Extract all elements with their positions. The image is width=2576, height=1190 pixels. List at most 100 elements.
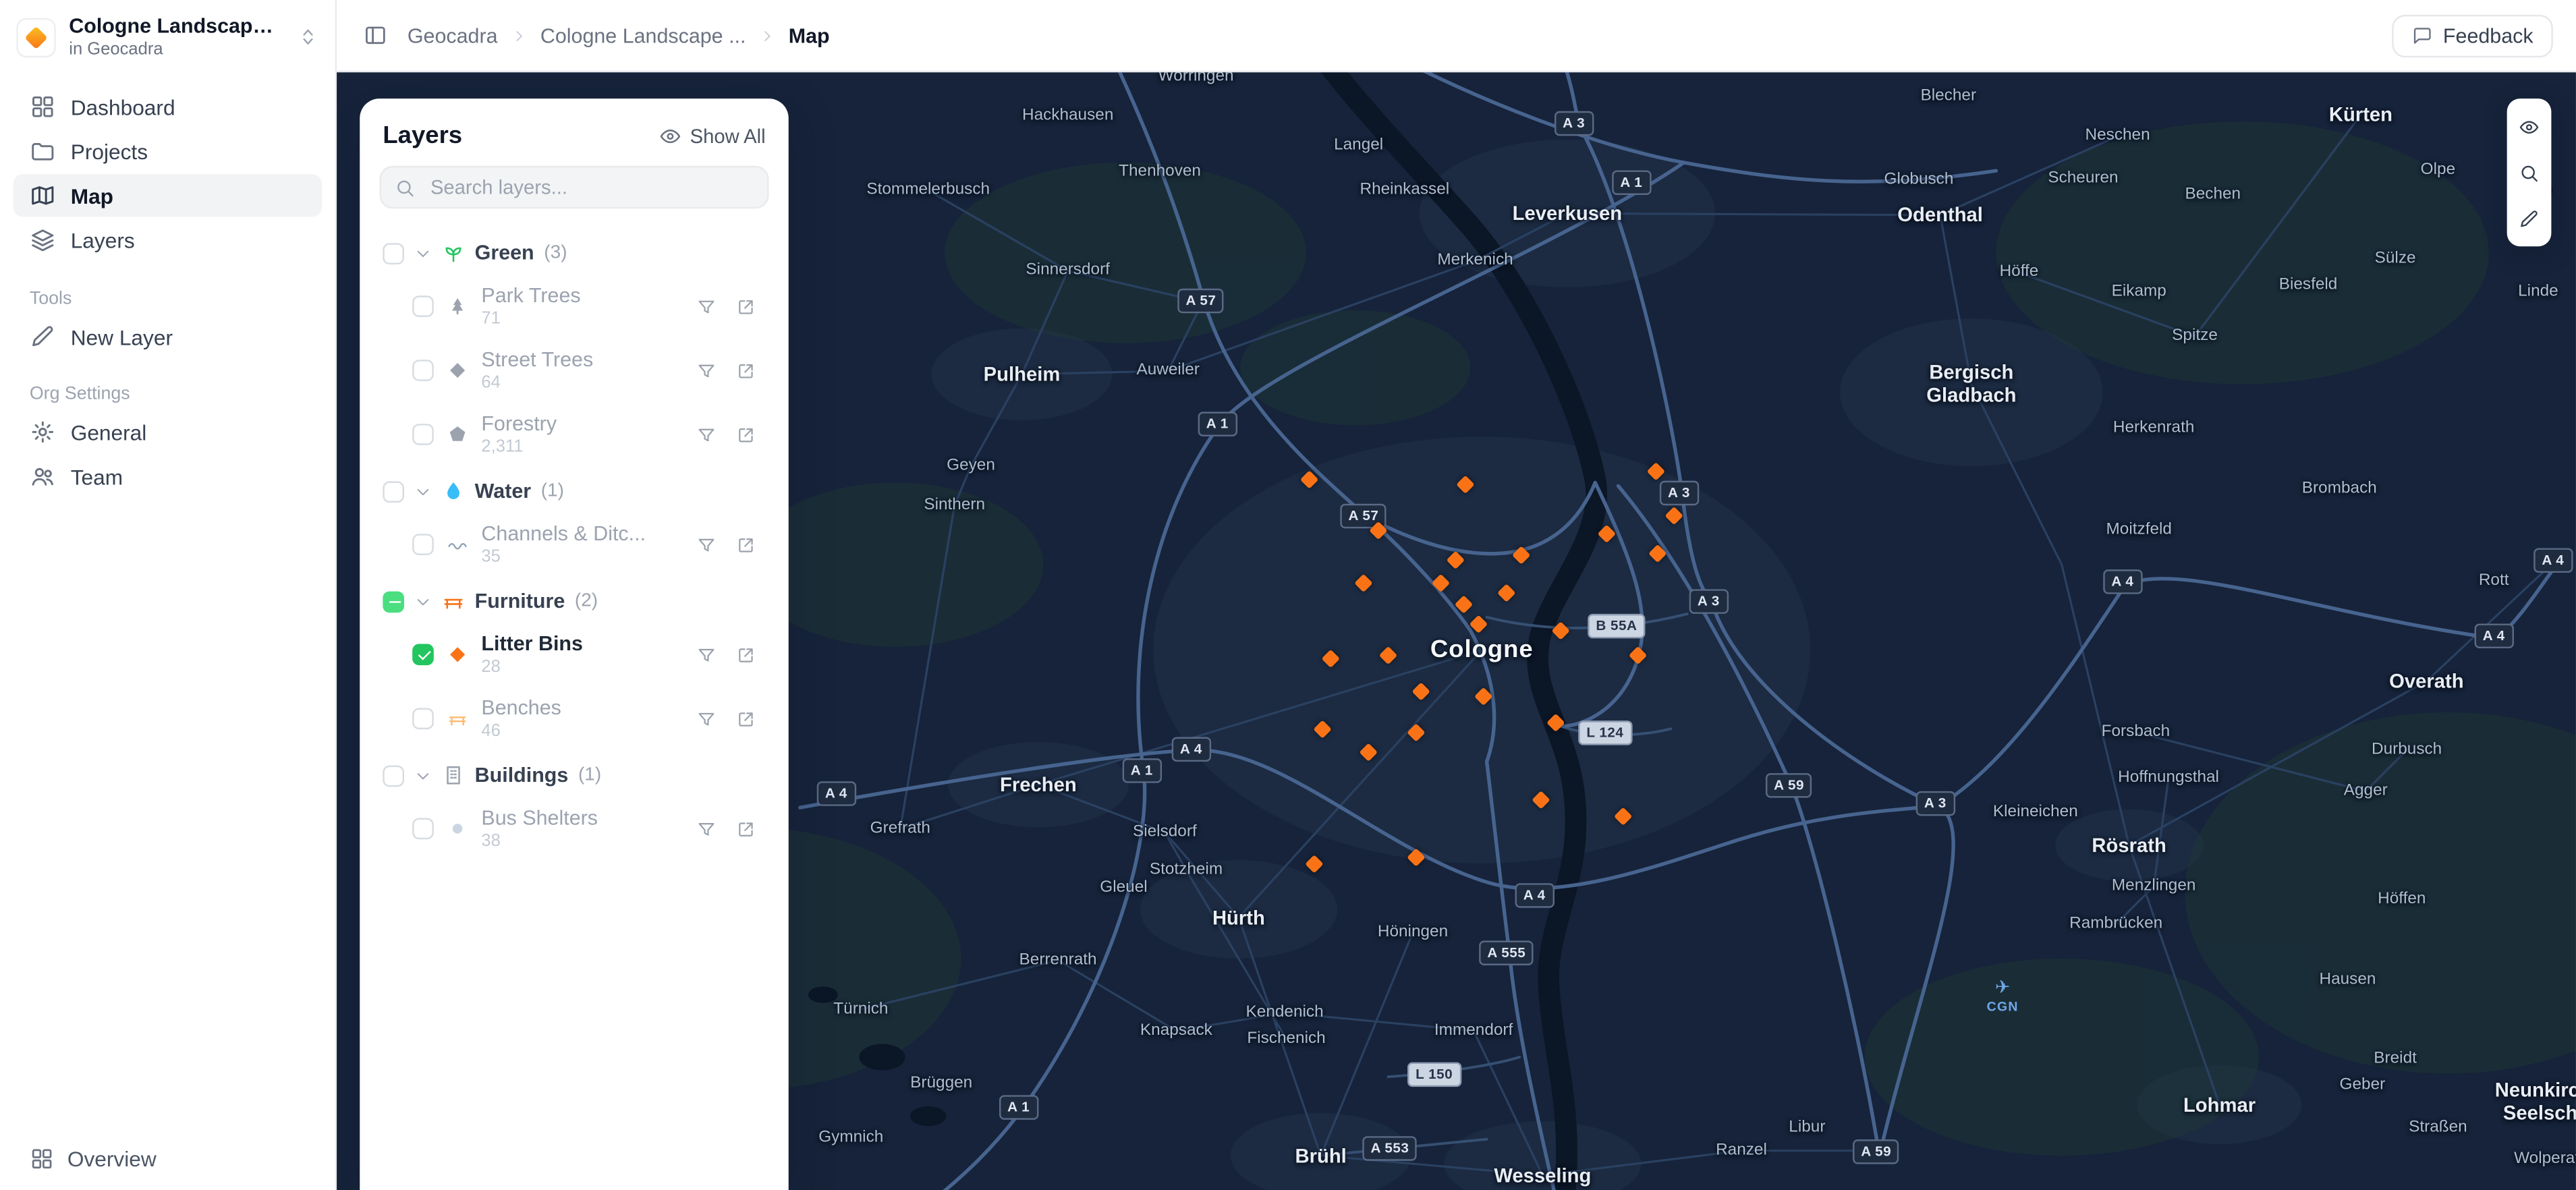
show-all-button[interactable]: Show All [659,124,766,147]
feedback-label: Feedback [2442,24,2533,47]
chat-icon [2412,25,2434,47]
sidebar-item-label: Projects [70,138,148,164]
sidebar-item-layers[interactable]: Layers [13,219,322,261]
bench-icon [447,708,468,729]
layers-title: Layers [383,121,463,150]
layer-item-forestry[interactable]: Forestry 2,311 [376,403,773,467]
layer-count: 28 [481,656,501,677]
layer-group-green: Green (3) Park Trees 71 Street Trees 64 … [376,228,773,466]
layer-item-litter-bins[interactable]: Litter Bins 28 [376,623,773,687]
layer-item-street-trees[interactable]: Street Trees 64 [376,339,773,403]
overview-icon [30,1145,55,1170]
layer-checkbox[interactable] [412,818,434,840]
sidebar-item-dashboard[interactable]: Dashboard [13,86,322,128]
layer-checkbox[interactable] [412,644,434,666]
overview-label: Overview [67,1145,157,1170]
sidebar-item-overview[interactable]: Overview [0,1126,335,1190]
map-toolbar [2507,98,2552,247]
layer-group-row[interactable]: Buildings (1) [376,751,773,797]
group-checkbox[interactable] [383,480,404,502]
layer-checkbox[interactable] [412,708,434,730]
group-count: (3) [544,243,567,263]
filter-icon[interactable] [696,424,716,444]
layer-checkbox[interactable] [412,534,434,555]
open-icon[interactable] [736,360,756,380]
open-icon[interactable] [736,424,756,444]
filter-icon[interactable] [696,819,716,839]
group-name: Green [474,241,534,265]
chevron-down-icon[interactable] [414,244,432,262]
layer-group-row[interactable]: Furniture (2) [376,577,773,623]
open-icon[interactable] [736,296,756,316]
layer-checkbox[interactable] [412,360,434,381]
diamond-icon [447,360,468,381]
group-checkbox[interactable] [383,242,404,264]
zoom-button[interactable] [2507,150,2552,196]
chevron-down-icon[interactable] [414,482,432,501]
droplet-icon [442,480,465,503]
layer-count: 46 [481,720,501,741]
workspace-switcher[interactable]: Cologne Landscape ... in Geocadra [0,0,335,74]
layer-checkbox[interactable] [412,424,434,445]
open-icon[interactable] [736,645,756,664]
group-count: (2) [574,591,598,611]
group-checkbox[interactable] [383,764,404,787]
layer-group-furniture: Furniture (2) Litter Bins 28 Benches 46 [376,577,773,751]
open-icon[interactable] [736,709,756,729]
layer-search-input[interactable] [427,174,754,201]
layer-checkbox[interactable] [412,295,434,317]
layers-panel: Layers Show All Green (3) [360,98,789,1190]
sidebar-item-general[interactable]: General [13,411,322,453]
open-icon[interactable] [736,535,756,555]
layer-name: Litter Bins [481,632,583,656]
chevron-down-icon[interactable] [414,766,432,785]
filter-icon[interactable] [696,645,716,664]
layer-item-park-trees[interactable]: Park Trees 71 [376,275,773,339]
layers-icon [30,227,56,253]
sidebar-item-label: Team [70,463,123,489]
group-count: (1) [540,481,564,501]
top-bar: Geocadra Cologne Landscape ... Map Feedbac… [337,0,2576,73]
layer-item-bus-shelters[interactable]: Bus Shelters 38 [376,797,773,861]
chevron-down-icon[interactable] [414,592,432,611]
draw-button[interactable] [2507,196,2552,242]
layer-item-benches[interactable]: Benches 46 [376,687,773,751]
open-icon[interactable] [736,819,756,839]
breadcrumb-item-cologne-landscape[interactable]: Cologne Landscape ... [540,24,746,47]
map-canvas[interactable]: Cologne Leverkusen Bergisch Gladbach Odenth… [337,72,2576,1190]
layer-count: 71 [481,308,501,329]
filter-icon[interactable] [696,296,716,316]
app-root: Cologne Landscape ... in Geocadra Dashbo… [0,0,2576,1190]
sidebar-item-team[interactable]: Team [13,455,322,497]
sidebar-item-projects[interactable]: Projects [13,130,322,172]
sidebar-item-new-layer[interactable]: New Layer [13,316,322,358]
sidebar-item-map[interactable]: Map [13,174,323,217]
chevron-right-icon [759,27,775,43]
sidebar-toggle-button[interactable] [360,20,391,51]
layer-group-buildings: Buildings (1) Bus Shelters 38 [376,751,773,861]
eye-icon [2519,116,2540,138]
filter-icon[interactable] [696,709,716,729]
new-layer-icon [30,324,56,350]
group-name: Water [474,479,532,503]
layer-name: Benches [481,696,561,720]
feedback-button[interactable]: Feedback [2392,13,2553,57]
layer-count: 38 [481,831,501,851]
group-count: (1) [578,765,602,785]
layer-name: Park Trees [481,284,581,308]
visibility-button[interactable] [2507,103,2552,149]
layer-group-row[interactable]: Water (1) [376,467,773,513]
dashboard-icon [30,94,56,120]
layer-group-row[interactable]: Green (3) [376,228,773,274]
filter-icon[interactable] [696,360,716,380]
main-area: Geocadra Cologne Landscape ... Map Feedbac… [337,0,2576,1190]
breadcrumb-item-map: Map [788,24,830,47]
search-icon [2519,162,2540,183]
sidebar: Cologne Landscape ... in Geocadra Dashbo… [0,0,337,1190]
layer-item-channels-ditc[interactable]: Channels & Ditc... 35 [376,513,773,577]
breadcrumb-item-geocadra[interactable]: Geocadra [408,24,498,47]
projects-icon [30,138,56,165]
group-checkbox[interactable] [383,590,404,613]
filter-icon[interactable] [696,535,716,555]
breadcrumb: Geocadra Cologne Landscape ... Map [408,24,830,47]
